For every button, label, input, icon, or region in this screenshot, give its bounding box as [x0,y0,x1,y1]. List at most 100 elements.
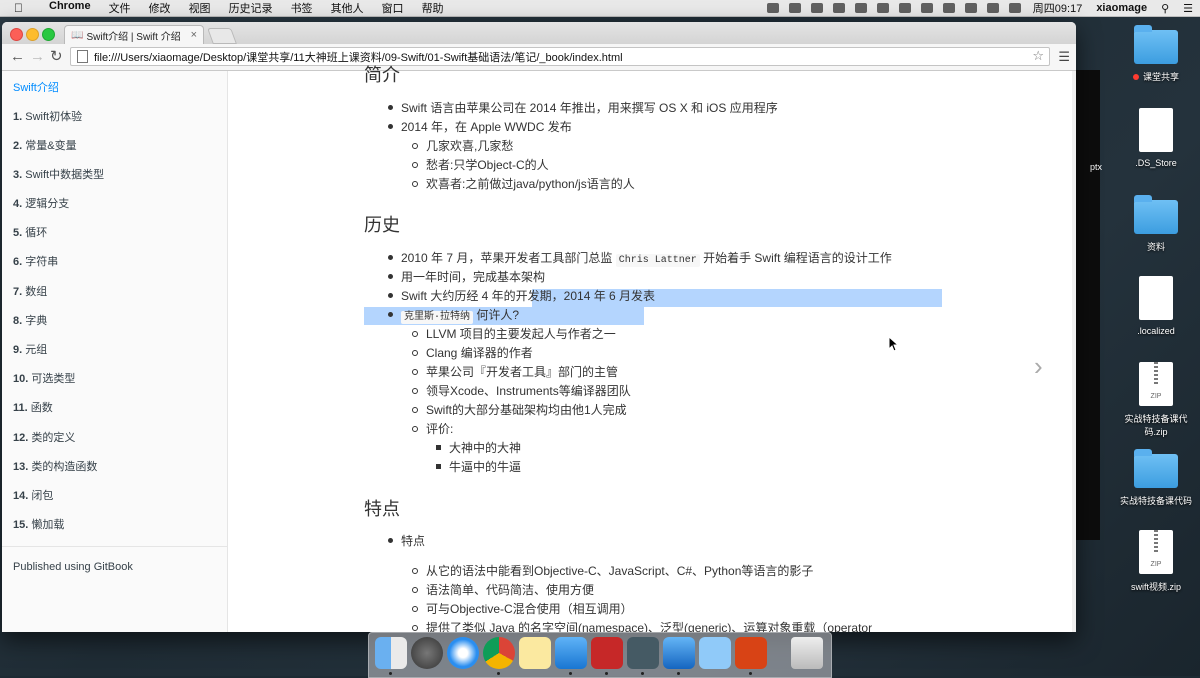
icon-label: 实战特技备课代码.zip [1124,414,1188,437]
screen-icon[interactable] [788,3,801,13]
safari-icon[interactable] [447,637,479,669]
app-icon[interactable] [699,637,731,669]
menu-edit[interactable]: 修改 [140,0,180,16]
list-item: 大神中的大神 [436,439,521,456]
powerpoint-icon[interactable] [735,637,767,675]
sidebar-item-2[interactable]: 2. 常量&变量 [13,137,77,153]
heading-intro: 简介 [364,65,400,85]
launchpad-icon[interactable] [411,637,443,669]
display-icon[interactable] [876,3,889,13]
sidebar-item-11[interactable]: 11. 函数 [13,399,53,415]
user-icon[interactable] [898,3,911,13]
app-status-icon[interactable] [810,3,823,13]
notification-center-icon[interactable]: ☰ [1183,2,1193,15]
menu-view[interactable]: 视图 [180,0,220,16]
lock-icon[interactable] [942,3,955,13]
window-icon[interactable] [854,3,867,13]
list-item: 领导Xcode、Instruments等编译器团队 [412,382,631,399]
input-method-icon[interactable] [986,3,999,13]
book-content: 简介 Swift 语言由苹果公司在 2014 年推出，用来撰写 OS X 和 i… [228,65,1076,632]
icon-label: 课堂共享 [1142,72,1179,82]
sidebar-item-3[interactable]: 3. Swift中数据类型 [13,166,104,182]
close-tab-icon[interactable]: × [191,29,197,41]
clock[interactable]: 周四09:17 [1033,0,1083,16]
notes-icon[interactable] [519,637,551,669]
menu-help[interactable]: 帮助 [413,0,453,16]
published-gitbook-link[interactable]: Published using GitBook [13,561,133,573]
minimize-window-button[interactable] [26,28,39,41]
tab-swift-intro[interactable]: 📖 Swift介绍 | Swift 介绍 × [64,25,204,44]
icon-label: .DS_Store [1135,158,1177,168]
sidebar-item-7[interactable]: 7. 数组 [13,283,47,299]
developer-tool-icon[interactable] [663,637,695,675]
bookmark-star-icon[interactable]: ☆ [1032,48,1044,64]
list-item: 欢喜者:之前做过java/python/js语言的人 [412,175,635,192]
close-window-button[interactable] [10,28,23,41]
trash-icon[interactable] [791,637,823,669]
user-name[interactable]: xiaomage [1096,2,1147,14]
menu-window[interactable]: 窗口 [373,0,413,16]
list-item: Clang 编译器的作者 [412,344,533,361]
list-item: 用一年时间，完成基本架构 [388,268,545,285]
address-bar[interactable]: file:///Users/xiaomage/Desktop/课堂共享/11大神… [70,47,1050,66]
back-arrow-icon[interactable]: ← [10,48,25,66]
chrome-menu-icon[interactable]: ☰ [1058,49,1070,65]
screenflow-icon[interactable] [627,637,659,675]
dock [368,632,832,678]
book-summary-sidebar: Swift介绍 1. Swift初体验 2. 常量&变量 3. Swift中数据… [2,71,228,632]
sidebar-item-15[interactable]: 15. 懒加载 [13,516,64,532]
url-text[interactable]: file:///Users/xiaomage/Desktop/课堂共享/11大神… [94,49,623,65]
sidebar-item-4[interactable]: 4. 逻辑分支 [13,195,69,211]
desktop-file-localized[interactable]: .localized [1116,276,1196,336]
list-item: 可与Objective-C混合使用（相互调用） [412,600,633,617]
sidebar-item-13[interactable]: 13. 类的构造函数 [13,458,97,474]
red-tag-icon [1132,74,1139,80]
menu-history[interactable]: 历史记录 [220,0,282,16]
menu-app[interactable]: Chrome [40,0,100,16]
desktop-folder-classroom[interactable]: 课堂共享 [1116,25,1196,83]
menu-file[interactable]: 文件 [100,0,140,16]
sidebar-item-12[interactable]: 12. 类的定义 [13,429,75,445]
apple-icon[interactable]:  [14,1,28,15]
spotlight-icon[interactable]: ⚲ [1161,2,1169,15]
gitbook-page: Swift介绍 1. Swift初体验 2. 常量&变量 3. Swift中数据… [2,65,1076,632]
xcode-icon[interactable] [555,637,587,675]
document-icon [1139,108,1173,152]
desktop-file-ds-store[interactable]: .DS_Store [1116,108,1196,168]
sidebar-item-14[interactable]: 14. 闭包 [13,487,53,503]
zoom-window-button[interactable] [42,28,55,41]
list-item: Swift 大约历经 4 年的开发期，2014 年 6 月发表 [388,287,655,304]
airplay-icon[interactable] [920,3,933,13]
menu-bookmarks[interactable]: 书签 [282,0,322,16]
forward-arrow-icon[interactable]: → [30,48,45,66]
finder-icon[interactable] [375,637,407,675]
desktop-folder-code[interactable]: 实战特技备课代码 [1116,449,1196,507]
inline-code: 克里斯·拉特纳 [401,311,474,324]
cross-icon[interactable] [832,3,845,13]
sidebar-item-6[interactable]: 6. 字符串 [13,253,58,269]
chrome-icon[interactable] [483,637,515,675]
list-item: 牛逼中的牛逼 [436,458,521,475]
new-tab-button[interactable] [207,28,237,44]
sidebar-item-5[interactable]: 5. 循环 [13,224,47,240]
volume-icon[interactable] [964,3,977,13]
screenshot-tool-icon[interactable] [591,637,623,675]
reload-icon[interactable]: ↻ [50,48,63,66]
menu-people[interactable]: 其他人 [322,0,373,16]
desktop-zip-video[interactable]: ZIP swift视频.zip [1116,530,1196,593]
sidebar-item-1[interactable]: 1. Swift初体验 [13,108,82,124]
sidebar-item-intro[interactable]: Swift介绍 [13,79,59,95]
scrollbar[interactable] [1072,71,1076,632]
sidebar-item-10[interactable]: 10. 可选类型 [13,370,75,386]
sidebar-item-8[interactable]: 8. 字典 [13,312,47,328]
heading-history: 历史 [364,215,400,235]
list-item: 提供了类似 Java 的名字空间(namespace)、泛型(generic)、… [412,619,872,632]
wifi-icon[interactable] [1008,3,1021,13]
desktop-zip-code[interactable]: ZIP 实战特技备课代码.zip [1116,362,1196,438]
sidebar-divider [2,546,227,547]
next-page-chevron-icon[interactable]: › [1034,351,1043,382]
desktop-folder-materials[interactable]: 资料 [1116,195,1196,253]
mouse-cursor-icon [888,336,898,352]
sidebar-item-9[interactable]: 9. 元组 [13,341,47,357]
camera-icon[interactable] [766,3,779,13]
